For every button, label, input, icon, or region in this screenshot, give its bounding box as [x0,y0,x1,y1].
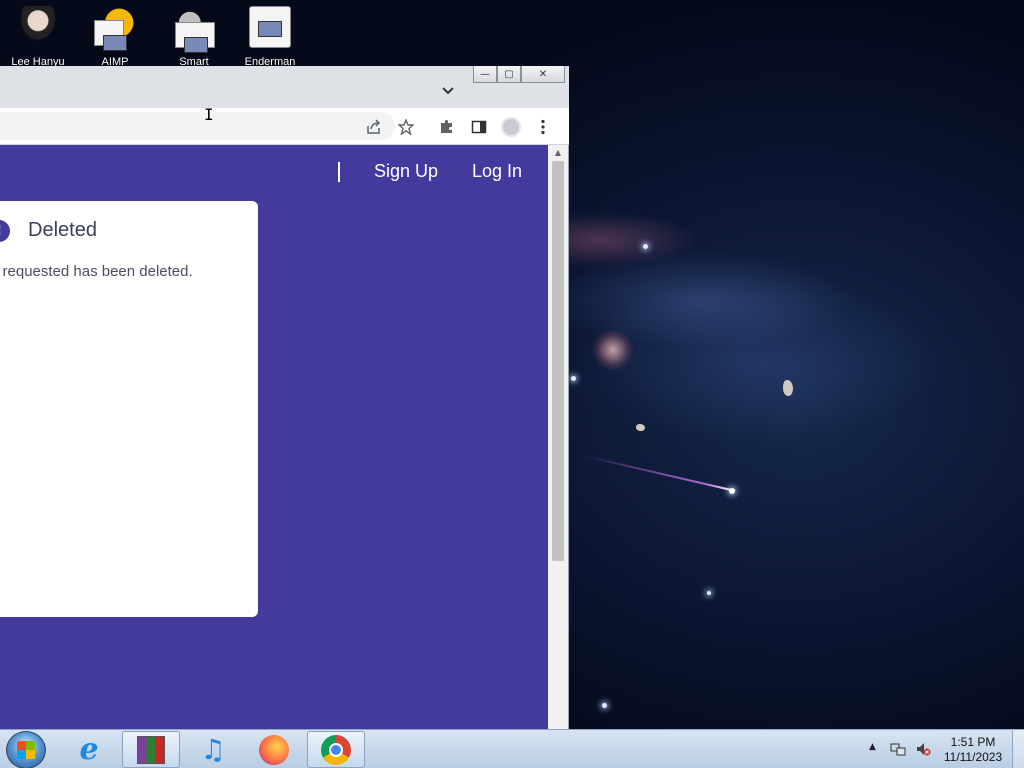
page-viewport: Sign Up Log In ! Deleted u requested has… [0,145,548,729]
signup-link[interactable]: Sign Up [374,161,438,182]
network-icon[interactable] [890,741,906,757]
taskbar-chrome[interactable] [307,731,365,768]
speaker-muted-icon [917,743,931,756]
taskbar-winrar[interactable] [122,731,180,768]
share-button[interactable] [362,115,386,139]
star [571,376,576,381]
extensions-button[interactable] [435,115,459,139]
firefox-icon [259,734,289,765]
alert-icon: ! [0,220,10,242]
clock-date: 11/11/2023 [943,750,1003,764]
title-bar: — ▢ ✕ [0,66,569,108]
tab-search-dropdown[interactable] [437,80,459,102]
puzzle-icon [441,120,452,133]
desktop-icon-enderman[interactable]: Enderman [240,6,300,68]
windows-logo-icon [17,741,35,759]
clock-time: 1:51 PM [950,735,996,749]
deleted-card: ! Deleted u requested has been deleted. [0,201,258,617]
side-panel-icon [471,120,487,134]
music-note-icon: ♫ [200,733,226,766]
card-message: u requested has been deleted. [0,263,193,280]
gear-doc-icon [173,6,215,53]
vertical-scrollbar[interactable]: ▲ [548,145,568,729]
menu-button[interactable] [531,115,555,139]
minimize-button[interactable]: — [473,66,497,83]
desktop-icon-smart[interactable]: Smart [164,6,224,68]
more-vert-icon [541,119,545,135]
star [707,591,711,595]
winrar-icon [137,735,165,764]
show-desktop-button[interactable] [1012,730,1024,768]
tray-expand-arrow[interactable]: ▲ [869,742,876,752]
desktop-icon-lee-hanyu[interactable]: Lee Hanyu [8,6,68,68]
meteor [583,455,736,492]
avatar-icon [501,117,521,137]
profile-button[interactable] [499,115,523,139]
window-controls: — ▢ ✕ [473,66,565,83]
person-icon [17,6,59,48]
taskbar-firefox[interactable] [245,731,303,768]
text-cursor-icon: I [204,105,214,124]
taskbar: e ♫ ▲ 1:51 PM 11/11/2023 [0,729,1024,768]
internet-explorer-icon: e [79,732,99,767]
chrome-icon [321,734,351,765]
bookmark-button[interactable] [394,115,418,139]
browser-toolbar [0,108,569,145]
star [602,703,607,708]
asteroid [636,424,645,431]
document-icon [249,6,291,48]
close-button[interactable]: ✕ [521,66,565,83]
star [643,244,648,249]
start-button[interactable] [6,731,46,768]
maximize-button[interactable]: ▢ [497,66,521,83]
star-icon [398,119,414,135]
browser-window: — ▢ ✕ I Sign Up Log In Deleted u request… [0,66,569,729]
network-glyph-icon [890,743,906,756]
aimp-icon [94,6,136,51]
share-icon [367,119,381,134]
taskbar-ie[interactable]: e [60,731,118,768]
system-clock[interactable]: 1:51 PM 11/11/2023 [938,735,1008,765]
scroll-thumb[interactable] [552,161,564,561]
nav-divider [338,162,340,182]
scroll-up-arrow[interactable]: ▲ [548,145,568,159]
login-link[interactable]: Log In [472,161,522,182]
card-title: Deleted [28,219,97,241]
address-bar[interactable] [0,112,395,140]
chevron-down-icon [442,87,454,95]
volume-muted-icon[interactable] [915,741,931,757]
side-panel-button[interactable] [467,115,491,139]
asteroid [783,380,793,396]
desktop-icon-aimp[interactable]: AIMP [85,6,145,68]
taskbar-itunes[interactable]: ♫ [184,731,242,768]
